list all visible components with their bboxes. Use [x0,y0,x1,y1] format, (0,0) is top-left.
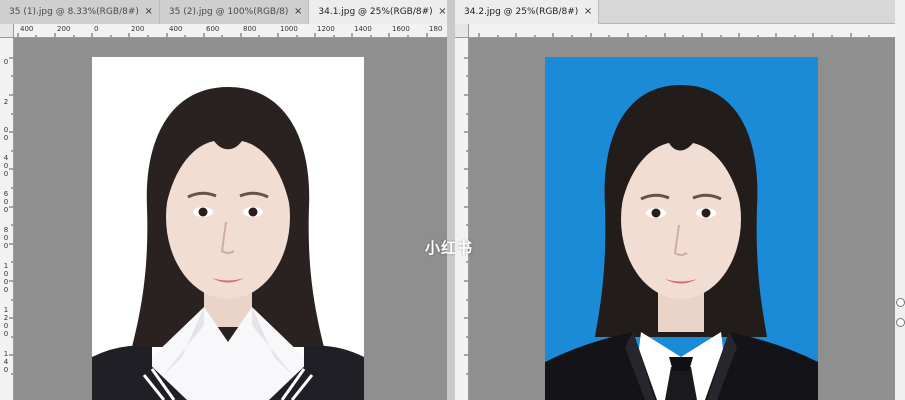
pane-splitter[interactable] [447,0,455,400]
ruler-label: 6 0 0 [3,190,9,214]
ruler-origin[interactable] [455,24,469,38]
tab-label: 34.1.jpg @ 25%(RGB/8#) [318,7,433,17]
close-icon[interactable]: × [438,0,446,24]
ruler-label: 400 [169,25,183,33]
ruler-label: 1600 [392,25,410,33]
ruler-label: 600 [206,25,220,33]
close-icon[interactable]: × [584,0,592,24]
ruler-label: 8 0 0 [3,226,9,250]
tab-35-1[interactable]: 35 (1).jpg @ 8.33%(RGB/8#) × [0,0,160,24]
right-document-window: 34.2.jpg @ 25%(RGB/8#) × [455,0,895,400]
portrait-image [545,85,818,400]
ruler-ticks [478,33,870,37]
ruler-label: 180 [429,25,443,33]
tab-label: 35 (2).jpg @ 100%(RGB/8) [168,7,289,17]
ruler-label: 1 4 0 [3,350,9,374]
ruler-label: 200 [57,25,71,33]
ruler-ticks [9,57,13,375]
ruler-ticks [17,33,428,37]
ruler-label: 0 [3,58,9,66]
watermark: 小红书 [425,239,474,257]
ruler-label: 1400 [354,25,372,33]
horizontal-ruler[interactable]: 400 200 0 200 400 600 800 1000 1200 1400… [14,24,447,38]
ruler-label: 0 0 [3,126,9,142]
panel-dock-strip [895,0,905,400]
ruler-ticks [464,57,468,375]
id-photo-white-background[interactable] [92,57,364,400]
ruler-label: 1000 [280,25,298,33]
ruler-label: 1200 [317,25,335,33]
ruler-label: 1 2 0 0 [3,306,9,338]
tab-34-2[interactable]: 34.2.jpg @ 25%(RGB/8#) × [455,0,600,24]
ruler-label: 200 [131,25,145,33]
tab-35-2[interactable]: 35 (2).jpg @ 100%(RGB/8) × [159,0,310,24]
left-tab-bar: 35 (1).jpg @ 8.33%(RGB/8#) × 35 (2).jpg … [0,0,447,24]
ruler-label: 1 0 0 0 [3,262,9,294]
left-document-window: 35 (1).jpg @ 8.33%(RGB/8#) × 35 (2).jpg … [0,0,447,400]
portrait-image [92,87,364,400]
tab-label: 34.2.jpg @ 25%(RGB/8#) [464,7,579,17]
ruler-label: 800 [243,25,257,33]
ruler-origin[interactable] [0,24,14,38]
panel-icon[interactable] [896,298,905,307]
vertical-ruler[interactable]: 0 2 0 0 4 0 0 6 0 0 8 0 0 1 0 0 0 1 2 0 … [0,38,14,400]
ruler-label: 2 [3,98,9,106]
right-tab-bar: 34.2.jpg @ 25%(RGB/8#) × [455,0,895,24]
ruler-label: 4 0 0 [3,154,9,178]
vertical-ruler[interactable] [455,38,469,400]
panel-icon[interactable] [896,318,905,327]
photoshop-workspace: 35 (1).jpg @ 8.33%(RGB/8#) × 35 (2).jpg … [0,0,905,400]
tab-34-1[interactable]: 34.1.jpg @ 25%(RGB/8#) × [309,0,447,24]
ruler-label: 400 [20,25,34,33]
close-icon[interactable]: × [294,0,302,24]
horizontal-ruler[interactable] [469,24,895,38]
close-icon[interactable]: × [145,0,153,24]
tab-label: 35 (1).jpg @ 8.33%(RGB/8#) [9,7,139,17]
ruler-label: 0 [94,25,99,33]
id-photo-blue-background[interactable] [545,57,818,400]
